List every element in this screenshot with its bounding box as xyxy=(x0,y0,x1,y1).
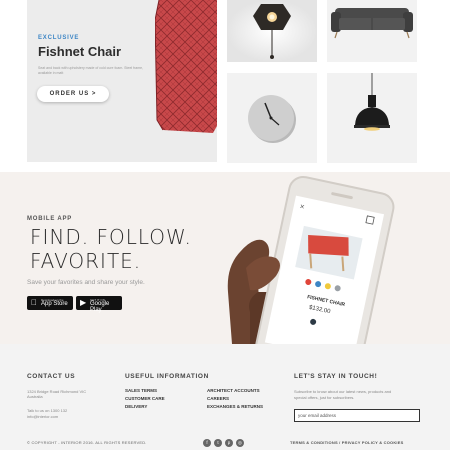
copyright-text: © COPYRIGHT - INTERIOR 2016. ALL RIGHTS … xyxy=(27,440,147,445)
app-subtext: Save your favorites and share your style… xyxy=(27,279,145,286)
pendant-lamp-image xyxy=(354,73,390,131)
newsletter-text-line2: special offers, just for subscribers. xyxy=(294,395,355,400)
facebook-icon[interactable]: f xyxy=(203,439,211,447)
twitter-icon[interactable]: t xyxy=(214,439,222,447)
pinterest-icon[interactable]: p xyxy=(225,439,233,447)
google-play-button[interactable]: ▶ GET IT ON Google Play xyxy=(76,296,122,313)
app-headline-line1: FIND. FOLLOW. xyxy=(30,225,192,249)
footer-link-architect-accounts[interactable]: ARCHITECT ACCOUNTS xyxy=(207,388,260,393)
sofa-image xyxy=(331,8,413,39)
mobile-app-section: × FISHNET CHAIR $132.00 MOBILE APP FIND.… xyxy=(0,172,450,344)
product-tile-wall-clock[interactable] xyxy=(227,73,317,163)
wall-clock-image xyxy=(248,95,296,143)
featured-description: Seat and back with upholstery made of co… xyxy=(38,66,144,75)
useful-info-heading: USEFUL INFORMATION xyxy=(125,373,209,380)
product-tile-sofa[interactable] xyxy=(327,0,417,62)
product-tile-wall-lamp[interactable] xyxy=(227,0,317,62)
app-store-button[interactable]:  Download on the App Store xyxy=(27,296,73,310)
footer-link-exchanges-returns[interactable]: EXCHANGES & RETURNS xyxy=(207,404,263,409)
featured-title: Fishnet Chair xyxy=(38,44,122,59)
footer-link-careers[interactable]: CAREERS xyxy=(207,396,229,401)
featured-tag: EXCLUSIVE xyxy=(38,35,80,41)
contact-address-line2: Australia xyxy=(27,394,43,399)
app-section-label: MOBILE APP xyxy=(27,216,73,222)
fishnet-pillow-image xyxy=(155,0,217,133)
footer-link-customer-care[interactable]: CUSTOMER CARE xyxy=(125,396,165,401)
featured-card: EXCLUSIVE Fishnet Chair Seat and back wi… xyxy=(27,0,217,162)
google-play-big-label: Google Play xyxy=(90,301,110,313)
footer: CONTACT US 1324 Bridge Road Richmond VIC… xyxy=(0,344,450,450)
footer-link-sales-terms[interactable]: SALES TERMS xyxy=(125,388,157,393)
contact-heading: CONTACT US xyxy=(27,373,76,380)
play-icon: ▶ xyxy=(80,298,87,307)
apple-icon:  xyxy=(31,298,37,308)
page: EXCLUSIVE Fishnet Chair Seat and back wi… xyxy=(0,0,450,450)
product-tile-pendant-lamp[interactable] xyxy=(327,73,417,163)
app-store-big-label: App Store xyxy=(41,301,68,307)
newsletter-email-input[interactable] xyxy=(294,409,420,422)
wall-lamp-image xyxy=(227,0,317,62)
order-us-button[interactable]: ORDER US > xyxy=(37,86,109,102)
footer-link-delivery[interactable]: DELIVERY xyxy=(125,404,147,409)
app-headline-line2: FAVORITE. xyxy=(30,249,142,273)
terms-privacy-link[interactable]: TERMS & CONDITIONS / PRIVACY POLICY & CO… xyxy=(290,440,403,445)
newsletter-heading: LET'S STAY IN TOUCH! xyxy=(294,373,378,380)
instagram-icon[interactable]: ◎ xyxy=(236,439,244,447)
contact-email[interactable]: info@interior.com xyxy=(27,414,58,420)
